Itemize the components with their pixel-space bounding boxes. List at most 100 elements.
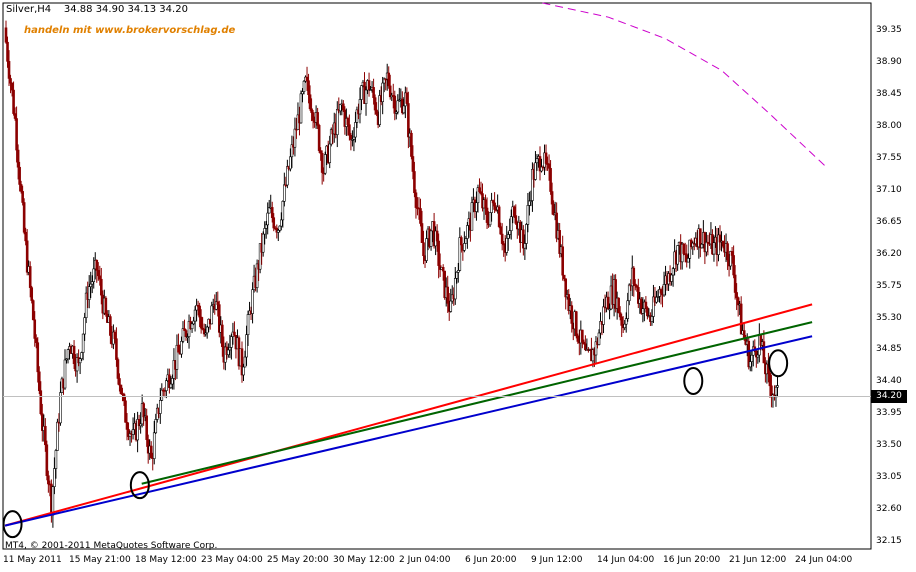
candle-body (358, 99, 362, 115)
candle-body (193, 309, 197, 322)
candle-body (470, 202, 474, 231)
candle-body (414, 192, 418, 208)
candle-body (499, 226, 502, 235)
candle-body (505, 237, 509, 253)
candle-body (523, 243, 527, 249)
candle-body (475, 202, 478, 212)
candle-body (550, 191, 554, 205)
candle-body (13, 113, 17, 119)
candle-body (142, 403, 145, 418)
candle-body (165, 380, 168, 391)
candle-body (762, 341, 766, 364)
candle-body (53, 468, 56, 487)
candle-body (644, 301, 648, 309)
trendline[interactable] (4, 335, 813, 527)
price-tick: 35.75 (876, 280, 902, 291)
candle-body (574, 311, 578, 337)
candle-body (453, 278, 457, 300)
candle-body (4, 27, 8, 43)
candle-body (118, 378, 121, 386)
circle-marker[interactable] (768, 349, 789, 378)
price-tick: 32.15 (876, 535, 902, 546)
candle-body (263, 228, 266, 235)
candle-body (748, 361, 752, 368)
price-tick: 38.45 (876, 89, 902, 100)
candle-body (47, 475, 50, 485)
candle-body (154, 419, 158, 434)
time-tick: 9 Jun 12:00 (531, 555, 583, 565)
circle-marker[interactable] (683, 366, 704, 395)
candle-body (410, 132, 413, 157)
candle-body (730, 251, 734, 256)
candle-body (100, 278, 103, 296)
candle-body (381, 82, 384, 102)
candle-body (360, 85, 363, 100)
candle-body (464, 238, 468, 244)
candle-body (125, 422, 129, 430)
candle-body (216, 301, 220, 305)
candle-body (299, 93, 303, 124)
candle-body (422, 242, 425, 257)
candle-body (455, 271, 459, 279)
candle-body (676, 245, 679, 265)
candle-body (373, 97, 377, 111)
candle-body (119, 384, 123, 394)
candle-body (261, 233, 265, 253)
time-tick: 18 May 12:00 (135, 555, 197, 565)
candle-body (514, 215, 518, 224)
magenta-arc[interactable] (542, 2, 826, 167)
candle-body (180, 341, 183, 355)
candle-body (429, 230, 433, 247)
candle-body (491, 200, 495, 204)
price-tick: 39.35 (876, 25, 902, 36)
time-tick: 25 May 20:00 (267, 555, 329, 565)
candle-body (670, 274, 673, 282)
time-tick: 14 Jun 04:00 (597, 555, 655, 565)
candle-body (230, 336, 233, 348)
candle-body (576, 335, 580, 342)
candle-body (405, 92, 409, 104)
candle-body (280, 219, 283, 227)
price-tick: 38.00 (876, 121, 902, 132)
candle-body (750, 354, 754, 362)
candle-body (281, 200, 285, 221)
candle-body (606, 296, 610, 310)
candle-body (95, 259, 99, 271)
candle-body (534, 162, 537, 180)
candle-body (131, 429, 135, 435)
candle-body (726, 243, 729, 261)
candle-body (478, 187, 481, 192)
candle-body (12, 89, 15, 114)
candle-body (152, 432, 156, 459)
candle-body (375, 109, 378, 115)
candle-body (44, 425, 47, 446)
candle-body (650, 316, 654, 322)
candle-body (626, 300, 630, 319)
candle-body (96, 270, 100, 277)
candle-body (115, 338, 118, 360)
candle-body (311, 112, 315, 121)
price-chart[interactable] (0, 0, 916, 572)
candle-body (407, 103, 410, 138)
candle-body (488, 212, 492, 226)
candle-body (632, 267, 636, 285)
time-tick: 2 Jun 04:00 (399, 555, 451, 565)
candle-body (387, 72, 391, 87)
candle-body (89, 283, 93, 287)
candle-body (646, 307, 649, 317)
candle-body (525, 224, 528, 244)
chart-window[interactable]: Silver,H4 34.88 34.90 34.13 34.20 handel… (0, 0, 916, 572)
candle-body (45, 444, 49, 477)
candle-body (242, 366, 245, 376)
candle-body (671, 268, 675, 276)
candle-body (66, 349, 70, 360)
candle-body (28, 266, 32, 288)
candle-body (662, 284, 666, 296)
candle-body (227, 349, 230, 355)
candle-body (266, 212, 270, 226)
candle-body (145, 415, 148, 440)
candle-body (51, 486, 55, 516)
candle-body (308, 94, 312, 110)
candle-body (349, 134, 353, 140)
candle-body (581, 329, 584, 343)
